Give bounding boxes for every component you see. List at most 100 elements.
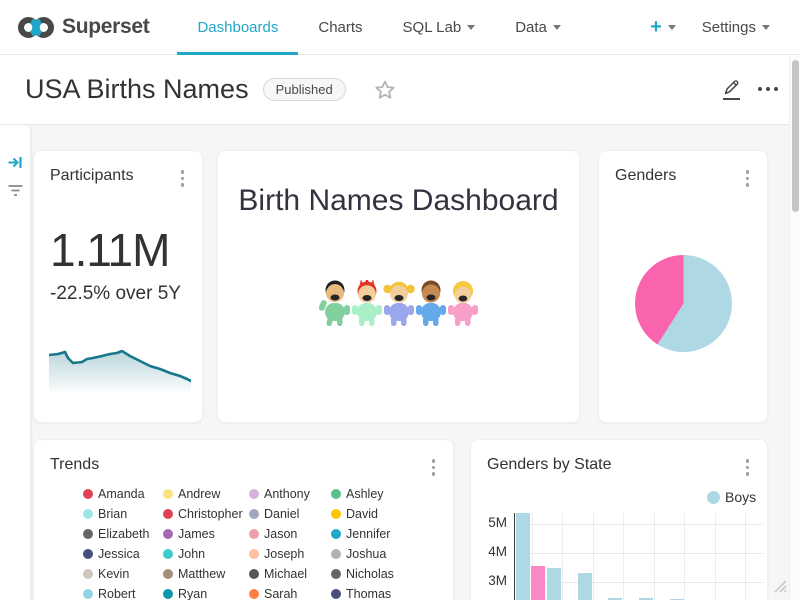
bar-boys[interactable] — [547, 568, 561, 600]
kebab-menu-icon[interactable] — [428, 456, 440, 479]
genders-pie[interactable] — [635, 255, 732, 352]
legend-swatch — [331, 549, 341, 559]
legend-item[interactable]: Andrew — [163, 488, 249, 500]
scrollbar-thumb[interactable] — [792, 60, 799, 212]
bar-boys[interactable] — [516, 513, 530, 600]
legend-swatch — [83, 569, 93, 579]
legend-item[interactable]: Robert — [83, 588, 163, 600]
legend-item[interactable]: John — [163, 548, 249, 560]
favorite-star-icon[interactable] — [374, 79, 396, 101]
legend-item[interactable]: Jason — [249, 528, 331, 540]
legend-label: Christopher — [178, 507, 243, 521]
legend-item[interactable]: Jessica — [83, 548, 163, 560]
y-axis-tick-label: 5M — [471, 515, 507, 530]
kebab-menu-icon[interactable] — [742, 456, 754, 479]
main-nav: Dashboards Charts SQL Lab Data — [177, 0, 580, 55]
new-item-button[interactable]: + — [650, 16, 676, 39]
legend-item[interactable]: David — [331, 508, 427, 520]
gridline — [745, 513, 746, 600]
participants-card: Participants 1.11M -22.5% over 5Y — [33, 150, 203, 423]
legend-item[interactable]: Nicholas — [331, 568, 427, 580]
legend-label: Andrew — [178, 487, 220, 501]
expand-filters-icon[interactable] — [7, 154, 24, 176]
legend-label: Boys — [725, 489, 756, 505]
legend-item[interactable]: Kevin — [83, 568, 163, 580]
gridline — [515, 553, 763, 554]
legend-label: Kevin — [98, 567, 129, 581]
nav-charts[interactable]: Charts — [298, 0, 382, 55]
nav-data[interactable]: Data — [495, 0, 581, 55]
legend-swatch — [83, 509, 93, 519]
legend-swatch — [707, 491, 720, 504]
header-actions — [723, 79, 778, 100]
legend-item[interactable]: Jennifer — [331, 528, 427, 540]
published-badge[interactable]: Published — [263, 78, 346, 101]
legend-item[interactable]: Thomas — [331, 588, 427, 600]
legend-item-boys[interactable]: Boys — [707, 489, 756, 505]
legend-swatch — [331, 529, 341, 539]
legend-item[interactable]: Ryan — [163, 588, 249, 600]
brand-name: Superset — [62, 15, 149, 39]
legend-item[interactable]: Christopher — [163, 508, 249, 520]
legend-swatch — [163, 529, 173, 539]
legend-item[interactable]: Joseph — [249, 548, 331, 560]
legend-swatch — [249, 589, 259, 599]
legend-label: Brian — [98, 507, 127, 521]
more-actions-icon[interactable] — [758, 87, 778, 93]
edit-dashboard-icon[interactable] — [723, 79, 740, 100]
chevron-down-icon — [762, 25, 770, 30]
legend-item[interactable]: Michael — [249, 568, 331, 580]
filter-bar-collapsed — [0, 125, 30, 600]
legend-item[interactable]: Matthew — [163, 568, 249, 580]
page-title: USA Births Names — [25, 74, 249, 105]
kebab-menu-icon[interactable] — [742, 167, 754, 190]
legend-label: Amanda — [98, 487, 145, 501]
legend-item[interactable]: Elizabeth — [83, 528, 163, 540]
big-number-value: 1.11M — [50, 223, 169, 277]
chevron-down-icon — [668, 25, 676, 30]
big-number-subheader: -22.5% over 5Y — [50, 283, 181, 305]
legend-label: Anthony — [264, 487, 310, 501]
legend-item[interactable]: Anthony — [249, 488, 331, 500]
legend-item[interactable]: Brian — [83, 508, 163, 520]
legend-item[interactable]: Daniel — [249, 508, 331, 520]
legend-swatch — [163, 549, 173, 559]
legend-swatch — [249, 489, 259, 499]
genders-card: Genders — [598, 150, 768, 423]
settings-menu[interactable]: Settings — [702, 19, 770, 36]
card-title: Participants — [50, 167, 134, 185]
nav-dashboards[interactable]: Dashboards — [177, 0, 298, 55]
legend-item[interactable]: Sarah — [249, 588, 331, 600]
filter-icon[interactable] — [7, 182, 24, 204]
legend-item[interactable]: Joshua — [331, 548, 427, 560]
nav-sql-lab[interactable]: SQL Lab — [383, 0, 496, 55]
legend-item[interactable]: Amanda — [83, 488, 163, 500]
legend-swatch — [249, 529, 259, 539]
gridline — [515, 524, 763, 525]
gridline — [593, 513, 594, 600]
legend-swatch — [249, 549, 259, 559]
superset-logo[interactable]: Superset — [0, 14, 149, 41]
legend-label: Daniel — [264, 507, 299, 521]
legend-label: Thomas — [346, 587, 391, 600]
kebab-menu-icon[interactable] — [177, 167, 189, 190]
bar-chart-plot — [514, 513, 763, 600]
navbar-right: + Settings — [650, 16, 800, 39]
legend-label: Matthew — [178, 567, 225, 581]
bar-girls[interactable] — [531, 566, 545, 600]
trends-legend: Amanda Andrew Anthony Ashley Brian Christophe… — [83, 488, 427, 600]
bar-boys[interactable] — [578, 573, 592, 600]
gridline — [562, 513, 563, 600]
legend-item[interactable]: James — [163, 528, 249, 540]
legend-label: Michael — [264, 567, 307, 581]
nav-sql-lab-label: SQL Lab — [403, 19, 462, 36]
resize-handle-icon[interactable] — [769, 575, 787, 598]
trends-card: Trends AmandaAndrewAnthonyAshleyBrianChr… — [33, 439, 454, 600]
gridline — [715, 513, 716, 600]
legend-swatch — [83, 529, 93, 539]
legend-item[interactable]: Ashley — [331, 488, 427, 500]
y-axis-tick-label: 4M — [471, 544, 507, 559]
nav-data-label: Data — [515, 19, 547, 36]
vertical-scrollbar[interactable] — [789, 56, 800, 600]
y-axis-tick-label: 3M — [471, 573, 507, 588]
